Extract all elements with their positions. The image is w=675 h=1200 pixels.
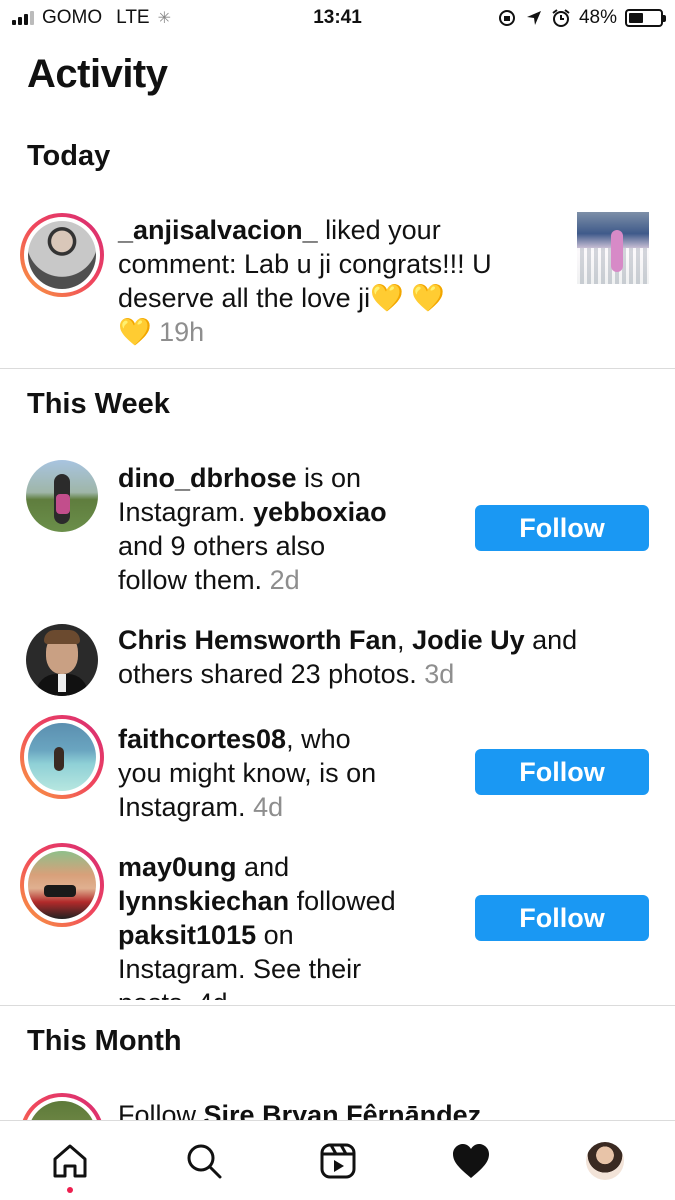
activity-text-line: on — [256, 920, 294, 950]
divider — [0, 368, 675, 369]
section-today: Today — [27, 140, 111, 172]
avatar[interactable] — [20, 1093, 104, 1120]
activity-text: _anjisalvacion_ liked your comment: Lab … — [118, 213, 492, 349]
status-right: 48% — [497, 7, 666, 29]
activity-text-faith: faithcortes08, who you might know, is on… — [118, 722, 376, 824]
username[interactable]: faithcortes08 — [118, 724, 286, 754]
activity-text-line: you might know, is on — [118, 758, 377, 788]
activity-text-chris: Chris Hemsworth Fan, Jodie Uy and others… — [118, 623, 577, 691]
activity-text-line: comment: Lab u ji congrats!!! U — [118, 249, 492, 279]
search-icon — [187, 1144, 222, 1179]
heart-emoji: 💛 — [118, 317, 152, 347]
activity-text-line: is on — [296, 463, 362, 493]
follow-button[interactable]: Follow — [475, 505, 649, 551]
activity-text-line: Instagram. — [118, 792, 254, 822]
page-title: Activity — [27, 52, 168, 96]
notification-dot — [67, 1187, 73, 1193]
activity-text-line: Instagram. — [118, 497, 254, 527]
avatar[interactable] — [20, 715, 104, 799]
bottom-tab-bar — [0, 1120, 675, 1200]
avatar[interactable] — [26, 624, 98, 696]
location-arrow-icon — [526, 11, 541, 25]
activity-text-line: and — [524, 625, 578, 655]
tab-profile[interactable] — [583, 1139, 627, 1183]
tab-activity[interactable] — [449, 1139, 493, 1183]
username[interactable]: paksit1015 — [118, 920, 256, 950]
home-icon — [53, 1144, 87, 1178]
activity-text-line: , who — [286, 724, 351, 754]
section-this-month: This Month — [27, 1025, 182, 1057]
timestamp: 2d — [269, 565, 300, 595]
username[interactable]: dino_dbrhose — [118, 463, 297, 493]
activity-item-anji[interactable]: _anjisalvacion_ liked your comment: Lab … — [0, 205, 675, 355]
post-thumbnail[interactable] — [577, 212, 649, 284]
activity-text-line: followed — [289, 886, 396, 916]
timestamp: 3d — [424, 659, 455, 689]
tab-search[interactable] — [182, 1139, 226, 1183]
activity-text-line: follow them. — [118, 565, 270, 595]
avatar[interactable] — [20, 213, 104, 297]
activity-text-sire: Follow Sire Bryan Fêrnāndez — [118, 1098, 481, 1120]
activity-text-dino: dino_dbrhose is on Instagram. yebboxiao … — [118, 461, 387, 597]
tab-reels[interactable] — [316, 1139, 360, 1183]
reels-icon — [320, 1143, 356, 1179]
activity-text-line: and — [236, 852, 290, 882]
username[interactable]: Sire Bryan Fêrnāndez — [204, 1100, 482, 1120]
username[interactable]: _anjisalvacion_ — [118, 215, 318, 245]
activity-text-line: deserve all the love ji💛 💛 — [118, 283, 445, 313]
heart-icon — [453, 1144, 489, 1178]
activity-text-may0ung: may0ung and lynnskiechan followed paksit… — [118, 850, 396, 1000]
timestamp: 4d — [253, 792, 284, 822]
activity-text-line: , — [397, 625, 413, 655]
timestamp: 19h — [159, 317, 205, 347]
activity-text-line: others shared 23 photos. — [118, 659, 425, 689]
activity-text-line: and 9 others also — [118, 531, 326, 561]
username[interactable]: Jodie Uy — [412, 625, 525, 655]
tab-home[interactable] — [48, 1139, 92, 1183]
status-bar: GOMO LTE ✳ 13:41 48% — [0, 0, 675, 36]
battery-icon — [625, 9, 666, 27]
follow-button[interactable]: Follow — [475, 895, 649, 941]
username[interactable]: yebboxiao — [253, 497, 387, 527]
activity-item-sire[interactable]: Follow Sire Bryan Fêrnāndez — [0, 1090, 675, 1120]
activity-text-line: posts. 4d — [118, 986, 396, 1000]
username[interactable]: may0ung — [118, 852, 237, 882]
activity-text-line: Instagram. See their — [118, 954, 362, 984]
follow-button[interactable]: Follow — [475, 749, 649, 795]
username[interactable]: Chris Hemsworth Fan — [118, 625, 397, 655]
activity-text-line: Follow — [118, 1100, 204, 1120]
avatar[interactable] — [20, 843, 104, 927]
profile-avatar — [586, 1142, 624, 1180]
divider — [0, 1005, 675, 1006]
activity-item-may0ung[interactable]: may0ung and lynnskiechan followed paksit… — [0, 840, 675, 1000]
alarm-clock-icon — [552, 9, 570, 27]
activity-text-line: liked your — [317, 215, 441, 245]
avatar[interactable] — [26, 460, 98, 532]
username[interactable]: lynnskiechan — [118, 886, 289, 916]
screen-rotation-lock-icon — [498, 10, 515, 26]
section-this-week: This Week — [27, 388, 170, 420]
battery-percent: 48% — [578, 7, 617, 28]
